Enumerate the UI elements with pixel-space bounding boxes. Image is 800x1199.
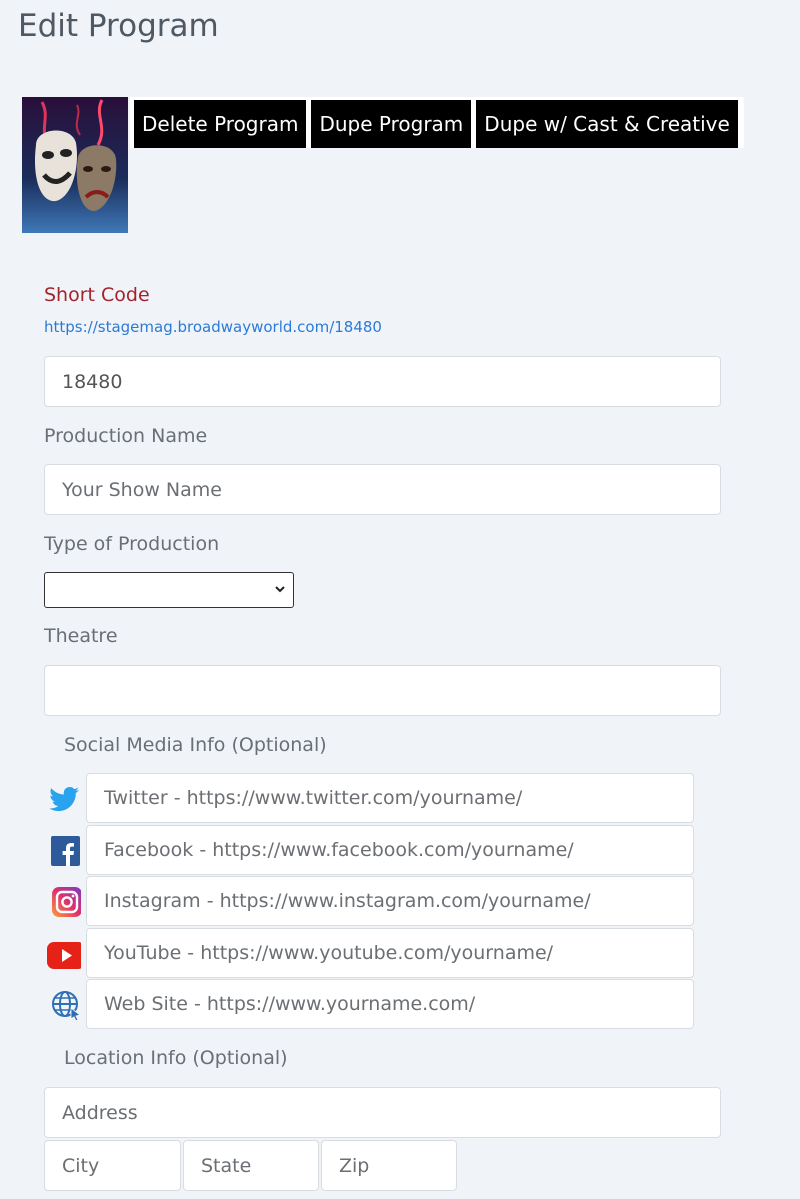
short-code-input[interactable]: [44, 356, 721, 407]
twitter-icon: [49, 787, 79, 812]
theatre-masks-thumbnail: [22, 97, 128, 233]
website-globe-icon: [52, 991, 81, 1020]
action-buttons: Delete Program Dupe Program Dupe w/ Cast…: [130, 97, 744, 148]
instagram-input[interactable]: [86, 876, 694, 926]
chevron-down-icon: [275, 586, 285, 593]
theatre-label: Theatre: [44, 625, 118, 647]
website-input[interactable]: [86, 979, 694, 1029]
type-of-production-select[interactable]: [44, 572, 294, 608]
youtube-input[interactable]: [86, 928, 694, 978]
short-code-link[interactable]: https://stagemag.broadwayworld.com/18480: [44, 318, 382, 336]
address-input[interactable]: [44, 1087, 721, 1138]
production-name-label: Production Name: [44, 425, 208, 447]
short-code-label: Short Code: [44, 284, 150, 306]
social-media-heading: Social Media Info (Optional): [64, 734, 327, 756]
youtube-icon: [47, 942, 81, 969]
production-name-input[interactable]: [44, 464, 721, 515]
dupe-with-cast-button[interactable]: Dupe w/ Cast & Creative: [476, 100, 738, 148]
location-heading: Location Info (Optional): [64, 1047, 288, 1069]
program-toolbar: Delete Program Dupe Program Dupe w/ Cast…: [22, 97, 744, 233]
city-input[interactable]: [44, 1140, 181, 1191]
type-of-production-label: Type of Production: [44, 533, 220, 555]
page-title: Edit Program: [18, 8, 219, 44]
theatre-input[interactable]: [44, 665, 721, 716]
facebook-icon: [51, 836, 80, 866]
delete-program-button[interactable]: Delete Program: [134, 100, 307, 148]
instagram-icon: [52, 887, 81, 917]
zip-input[interactable]: [321, 1140, 457, 1191]
dupe-program-button[interactable]: Dupe Program: [311, 100, 472, 148]
state-input[interactable]: [183, 1140, 319, 1191]
twitter-input[interactable]: [86, 773, 694, 823]
facebook-input[interactable]: [86, 825, 694, 875]
